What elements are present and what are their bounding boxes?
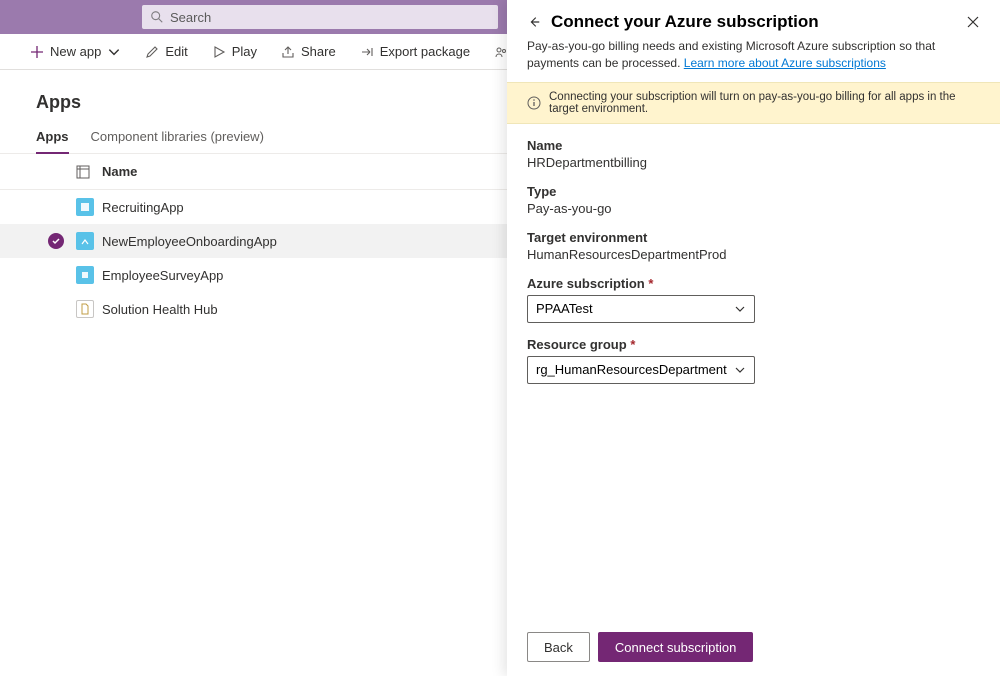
edit-button[interactable]: Edit [135, 40, 197, 63]
app-icon [76, 266, 94, 284]
type-value: Pay-as-you-go [527, 201, 980, 216]
back-button[interactable]: Back [527, 632, 590, 662]
share-icon [281, 45, 295, 59]
search-placeholder: Search [170, 10, 211, 25]
type-label: Type [527, 184, 980, 199]
info-banner: Connecting your subscription will turn o… [507, 82, 1000, 124]
close-icon[interactable] [966, 15, 980, 29]
panel-description: Pay-as-you-go billing needs and existing… [527, 38, 980, 72]
env-value: HumanResourcesDepartmentProd [527, 247, 980, 262]
tab-apps[interactable]: Apps [36, 129, 69, 154]
search-icon [150, 10, 164, 24]
teams-icon [494, 45, 508, 59]
play-icon [212, 45, 226, 59]
banner-text: Connecting your subscription will turn o… [549, 91, 980, 115]
panel-body: Name HRDepartmentbilling Type Pay-as-you… [507, 124, 1000, 618]
pencil-icon [145, 45, 159, 59]
share-button[interactable]: Share [271, 40, 346, 63]
checkmark-icon[interactable] [48, 233, 64, 249]
name-label: Name [527, 138, 980, 153]
connect-azure-panel: Connect your Azure subscription Pay-as-y… [507, 0, 1000, 676]
export-icon [360, 45, 374, 59]
subscription-select[interactable]: PPAATest [527, 295, 755, 323]
export-button[interactable]: Export package [350, 40, 480, 63]
plus-icon [30, 45, 44, 59]
info-icon [527, 96, 541, 110]
resource-group-select[interactable]: rg_HumanResourcesDepartment [527, 356, 755, 384]
solution-icon [76, 300, 94, 318]
app-icon [76, 198, 94, 216]
tab-component-libraries[interactable]: Component libraries (preview) [91, 129, 264, 153]
app-icon [76, 232, 94, 250]
chevron-down-icon [734, 303, 746, 315]
subscription-label: Azure subscription * [527, 276, 980, 291]
resource-group-label: Resource group * [527, 337, 980, 352]
back-arrow-icon[interactable] [527, 15, 541, 29]
chevron-down-icon [734, 364, 746, 376]
new-app-button[interactable]: New app [20, 40, 131, 63]
column-selector-icon [76, 165, 90, 179]
play-button[interactable]: Play [202, 40, 267, 63]
column-type-icon[interactable] [76, 165, 102, 179]
panel-title: Connect your Azure subscription [551, 12, 956, 32]
name-value: HRDepartmentbilling [527, 155, 980, 170]
connect-subscription-button[interactable]: Connect subscription [598, 632, 753, 662]
panel-footer: Back Connect subscription [507, 618, 1000, 676]
chevron-down-icon [107, 45, 121, 59]
learn-more-link[interactable]: Learn more about Azure subscriptions [684, 56, 886, 70]
search-box[interactable]: Search [142, 5, 498, 29]
env-label: Target environment [527, 230, 980, 245]
